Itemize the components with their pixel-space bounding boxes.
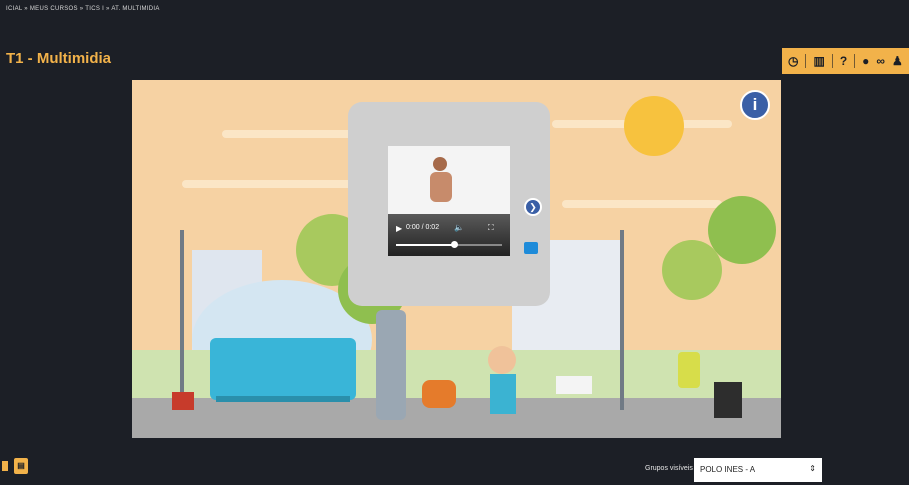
volume-icon[interactable]: 🔈 bbox=[454, 223, 464, 232]
activity-toolbar: ◷ ▥ ? ● ∞ ♟ bbox=[782, 48, 909, 74]
link-icon[interactable]: ∞ bbox=[876, 55, 885, 67]
recycle-bin bbox=[678, 352, 700, 388]
libras-icon[interactable] bbox=[524, 242, 538, 254]
document-icon[interactable]: ▤ bbox=[14, 458, 28, 474]
video-time: 0:00 / 0:02 bbox=[406, 224, 440, 231]
tree bbox=[708, 196, 776, 264]
character-head bbox=[488, 346, 516, 374]
toolbar-divider bbox=[854, 54, 856, 68]
robot bbox=[376, 310, 406, 420]
wallet bbox=[172, 392, 194, 410]
sidewalk bbox=[132, 398, 781, 438]
bench-base bbox=[216, 396, 350, 402]
toolbar-divider bbox=[805, 54, 807, 68]
media-popup: ▶ 0:00 / 0:02 🔈 ⛶ ❯ bbox=[348, 102, 550, 306]
book bbox=[556, 376, 592, 394]
video-player[interactable]: ▶ 0:00 / 0:02 🔈 ⛶ bbox=[388, 146, 510, 256]
info-icon[interactable]: i bbox=[740, 90, 770, 120]
eye-icon[interactable]: ● bbox=[862, 55, 869, 67]
video-progress-fill bbox=[396, 244, 455, 246]
interpreter-image bbox=[430, 157, 452, 202]
clock-icon[interactable]: ◷ bbox=[788, 55, 798, 67]
tablet bbox=[714, 382, 742, 418]
user-icon[interactable]: ♟ bbox=[892, 55, 903, 67]
tree bbox=[662, 240, 722, 300]
video-progress[interactable] bbox=[396, 241, 502, 248]
breadcrumb[interactable]: ICIAL » MEUS CURSOS » TICS I » AT. MULTI… bbox=[6, 6, 160, 12]
group-select[interactable]: POLO INES - A ⇕ bbox=[694, 458, 822, 482]
dog bbox=[422, 380, 456, 408]
lamp-post bbox=[180, 230, 184, 410]
sun bbox=[624, 96, 684, 156]
chevron-down-icon: ⇕ bbox=[809, 464, 816, 473]
play-button[interactable]: ▶ bbox=[396, 224, 402, 233]
video-controls: ▶ 0:00 / 0:02 🔈 ⛶ bbox=[388, 214, 510, 256]
bench bbox=[210, 338, 356, 400]
group-select-value: POLO INES - A bbox=[700, 465, 756, 474]
lamp-post bbox=[620, 230, 624, 410]
page-title: T1 - Multimidia bbox=[6, 50, 111, 67]
video-frame bbox=[388, 146, 510, 214]
toolbar-divider bbox=[831, 54, 833, 68]
fullscreen-icon[interactable]: ⛶ bbox=[488, 223, 494, 233]
chart-icon[interactable]: ▥ bbox=[813, 55, 824, 67]
next-arrow-icon[interactable]: ❯ bbox=[524, 198, 542, 216]
group-label: Grupos visíveis bbox=[645, 465, 693, 472]
cloud bbox=[182, 180, 362, 188]
video-progress-thumb[interactable] bbox=[451, 241, 459, 248]
cloud bbox=[562, 200, 722, 208]
character-body bbox=[490, 374, 516, 414]
multimedia-scene: i ▶ 0:00 / 0:02 🔈 ⛶ ❯ bbox=[132, 80, 781, 438]
menu-icon[interactable] bbox=[2, 461, 8, 471]
help-icon[interactable]: ? bbox=[840, 55, 847, 67]
